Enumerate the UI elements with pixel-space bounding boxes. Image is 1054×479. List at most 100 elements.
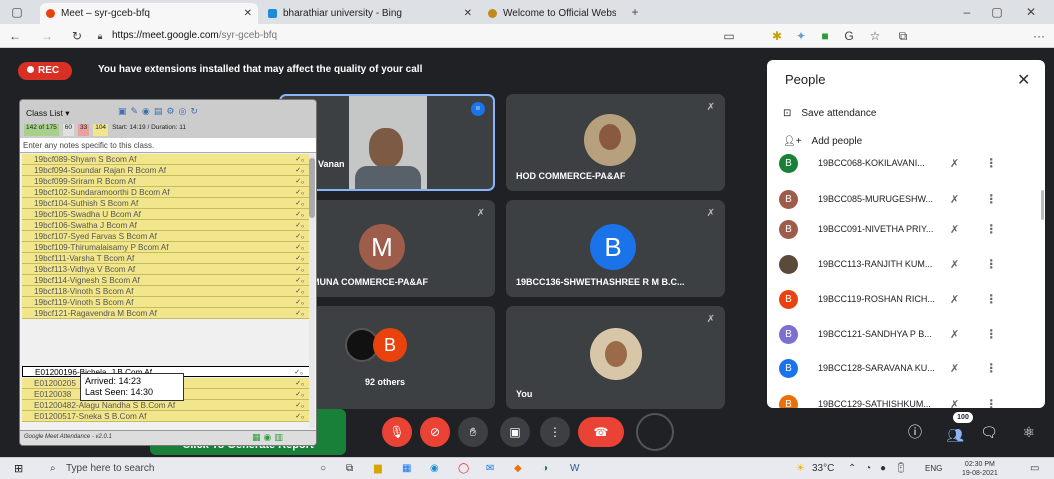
people-button[interactable]: 👥︎ [940, 420, 970, 450]
tray-icons[interactable]: ⌃ ◔ ● 🔋︎ [848, 458, 911, 479]
more-options-icon[interactable]: ⋮ [985, 361, 997, 375]
reload-icon[interactable]: ↻ [70, 24, 84, 48]
taskbar-search-input[interactable]: Type here to search [66, 458, 154, 479]
student-row[interactable]: 19bcf119-Vinoth S Bcom Af ✓₀ [22, 297, 310, 308]
class-list-title[interactable]: Class List ▾ [26, 108, 69, 119]
extension-icon[interactable]: ■ [818, 24, 832, 48]
extension-icon[interactable]: G [842, 24, 856, 48]
favorites-icon[interactable]: ☆ [868, 24, 882, 48]
student-row[interactable]: 19bcf113-Vidhya V Bcom Af ✓₀ [22, 264, 310, 275]
activities-button[interactable]: ⚛︎ [1014, 417, 1044, 447]
close-panel-icon[interactable]: ✕ [1017, 70, 1030, 90]
close-window-icon[interactable]: ✕ [1024, 0, 1038, 24]
present-button[interactable]: ▣ [500, 417, 530, 447]
forward-icon[interactable]: → [40, 24, 54, 48]
student-row[interactable]: 19bcf114-Vignesh S Bcom Af ✓₀ [22, 275, 310, 286]
app-icon[interactable]: ▦ [402, 458, 411, 479]
meeting-details-button[interactable]: ⓘ [900, 417, 930, 447]
participant-tile[interactable]: ✗ HOD COMMERCE-PA&AF [506, 94, 725, 191]
mail-icon[interactable]: ✉︎ [486, 458, 494, 479]
student-row[interactable]: 19bcf118-Vinoth S Bcom Af ✓₀ [22, 286, 310, 297]
back-icon[interactable]: ← [8, 24, 22, 48]
student-row[interactable]: 19bcf121-Ragavendra M Bcom Af ✓₀ [22, 308, 310, 319]
footer-icons[interactable]: ▦◉▥ [252, 432, 286, 443]
chat-button[interactable]: 🗨︎ [974, 417, 1004, 447]
language-indicator[interactable]: ENG [925, 458, 942, 479]
self-tile[interactable]: ✗ You [506, 306, 725, 409]
participant-row[interactable]: B 19BCC085-MURUGESHW... ✗ ⋮ [779, 189, 1029, 209]
tab-actions-icon[interactable]: ▢ [10, 0, 24, 24]
url-field[interactable]: https://meet.google.com/syr-gceb-bfq [112, 28, 712, 44]
extension-icon[interactable]: ✱ [770, 24, 784, 48]
start-icon[interactable]: ⊞ [14, 458, 23, 479]
chrome-icon[interactable]: ◑ [542, 458, 548, 479]
class-list-footer: Google Meet Attendance - v2.0.1 ▦◉▥ [20, 430, 316, 445]
student-row[interactable]: E01200517-Sneka S B.Com Af ✓₀ [22, 411, 310, 422]
minimize-icon[interactable]: – [960, 0, 974, 24]
student-row[interactable]: 19bcf089-Shyam S Bcom Af ✓₀ [22, 154, 310, 165]
new-tab-icon[interactable]: + [628, 0, 642, 24]
more-options-icon[interactable]: ⋮ [985, 156, 997, 170]
panel-scrollbar[interactable] [1041, 190, 1044, 220]
word-icon[interactable]: W [570, 458, 579, 479]
extra-control-button[interactable] [636, 413, 674, 451]
weather-icon[interactable]: ☀︎ [796, 458, 805, 479]
student-row[interactable]: E01200482-Alagu Nandha S B.Com Af ✓₀ [22, 400, 310, 411]
student-row[interactable]: 19bcf104-Suthish S Bcom Af ✓₀ [22, 198, 310, 209]
store-icon[interactable]: ◆ [514, 458, 522, 479]
class-list-toolbar-icons[interactable]: ▣✎◉▤⚙◎↻ [118, 106, 202, 117]
more-options-icon[interactable]: ⋮ [985, 222, 997, 236]
camera-toggle-button[interactable]: ⊘ [420, 417, 450, 447]
student-row[interactable]: 19bcf107-Syed Farvas S Bcom Af ✓₀ [22, 231, 310, 242]
search-icon[interactable]: ⌕ [50, 458, 56, 479]
student-row[interactable]: 19bcf109-Thirumalaisamy P Bcom Af ✓₀ [22, 242, 310, 253]
extension-icon[interactable]: ✦ [794, 24, 808, 48]
scrollbar-thumb[interactable] [309, 158, 315, 218]
more-options-icon[interactable]: ⋮ [985, 327, 997, 341]
save-attendance-button[interactable]: ⊡ Save attendance [783, 108, 876, 119]
camera-indicator-icon[interactable]: ▭ [722, 24, 736, 48]
raise-hand-button[interactable]: ✋︎ [458, 417, 488, 447]
participant-row[interactable]: B 19BCC091-NIVETHA PRIY... ✗ ⋮ [779, 219, 1029, 239]
student-row[interactable]: 19bcf099-Sriram R Bcom Af ✓₀ [22, 176, 310, 187]
tab-meet[interactable]: Meet – syr-gceb-bfq ✕ [40, 3, 258, 24]
task-view-icon[interactable]: ⧉ [346, 458, 353, 479]
file-explorer-icon[interactable]: ▆ [374, 458, 382, 479]
student-row[interactable]: 19bcf105-Swadha U Bcom Af ✓₀ [22, 209, 310, 220]
participant-row[interactable]: B 19BCC119-ROSHAN RICH... ✗ ⋮ [779, 289, 1029, 309]
notifications-icon[interactable]: ▭ [1030, 458, 1039, 479]
student-row[interactable]: 19bcf102-Sundaramoorthi D Bcom Af ✓₀ [22, 187, 310, 198]
more-options-icon[interactable]: ⋮ [985, 192, 997, 206]
more-menu-icon[interactable]: ··· [1032, 24, 1046, 48]
participant-row[interactable]: B 19BCC121-SANDHYA P B... ✗ ⋮ [779, 324, 1029, 344]
maximize-icon[interactable]: ▢ [990, 0, 1004, 24]
close-tab-icon[interactable]: ✕ [244, 8, 252, 19]
add-people-button[interactable]: 👤︎+ Add people [783, 136, 862, 147]
student-row[interactable]: 19bcf111-Varsha T Bcom Af ✓₀ [22, 253, 310, 264]
close-tab-icon[interactable]: ✕ [464, 8, 472, 19]
collections-icon[interactable]: ⧉ [896, 24, 910, 48]
more-options-button[interactable]: ⋮ [540, 417, 570, 447]
tab-website[interactable]: Welcome to Official Website of ✕ [482, 3, 616, 24]
class-notes-input[interactable]: Enter any notes specific to this class. [20, 138, 316, 153]
more-options-icon[interactable]: ⋮ [985, 397, 997, 408]
participant-tile[interactable]: ✗ B 19BCC136-SHWETHASHREE R M B.C... [506, 200, 725, 297]
student-row[interactable]: 19bcf106-Swatha J Bcom Af ✓₀ [22, 220, 310, 231]
participant-row[interactable]: B 19BCC068-KOKILAVANI... ✗ ⋮ [779, 153, 1029, 173]
more-options-icon[interactable]: ⋮ [985, 292, 997, 306]
more-options-icon[interactable]: ⋮ [985, 257, 997, 271]
cortana-icon[interactable]: ○ [320, 458, 326, 479]
class-list-scrollbar[interactable] [309, 154, 315, 428]
tab-bing[interactable]: bharathiar university - Bing ✕ [262, 3, 478, 24]
opera-icon[interactable]: ◯ [458, 458, 469, 479]
clock[interactable]: 02:30 PM 19-08-2021 [962, 460, 998, 478]
student-row[interactable]: 19bcf094-Soundar Rajan R Bcom Af ✓₀ [22, 165, 310, 176]
mic-toggle-button[interactable]: 🎙︎ [382, 417, 412, 447]
weather-temp[interactable]: 33°C [812, 458, 834, 479]
participant-row[interactable]: B 19BCC129-SATHISHKUM... ✗ ⋮ [779, 394, 1029, 408]
student-name: 19bcf113-Vidhya V Bcom Af [34, 265, 136, 274]
edge-icon[interactable]: ◉ [430, 458, 439, 479]
leave-call-button[interactable]: ☎︎ [578, 417, 624, 447]
participant-row[interactable]: B 19BCC128-SARAVANA KU... ✗ ⋮ [779, 358, 1029, 378]
participant-row[interactable]: 19BCC113-RANJITH KUM... ✗ ⋮ [779, 254, 1029, 274]
